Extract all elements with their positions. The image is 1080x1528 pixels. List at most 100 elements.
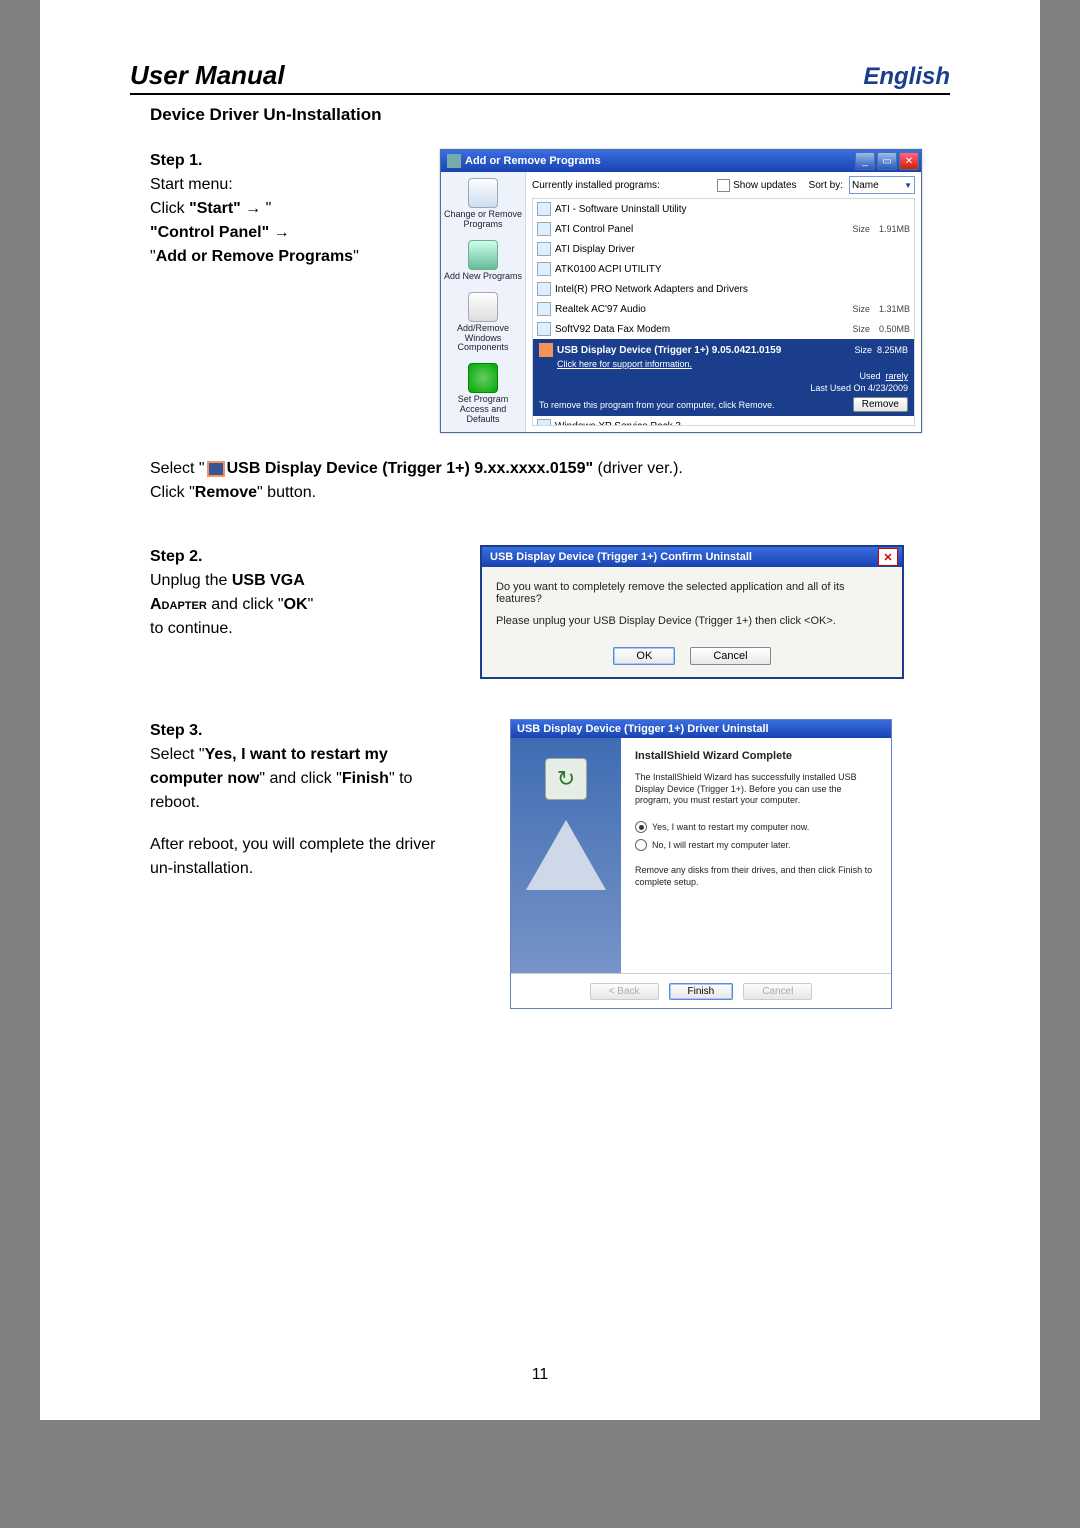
selected-top: USB Display Device (Trigger 1+) 9.05.042… [539, 343, 908, 357]
program-icon [537, 322, 551, 336]
text: (driver ver.). [593, 460, 683, 477]
window-titlebar: Add or Remove Programs _ ▭ ✕ [441, 150, 921, 172]
program-name: ATI Display Driver [555, 244, 834, 255]
bold-text: Add or Remove Programs [156, 248, 353, 265]
usb-display-icon [207, 461, 225, 477]
show-updates-checkbox[interactable]: Show updates [717, 179, 796, 192]
close-button[interactable]: ✕ [878, 548, 898, 566]
sidebar-label: Add New Programs [443, 272, 523, 282]
selected-info: Used rarely [539, 369, 908, 381]
sidebar-windows-components[interactable]: Add/Remove Windows Components [443, 292, 523, 354]
list-item[interactable]: Intel(R) PRO Network Adapters and Driver… [533, 279, 914, 299]
dialog-message-2: Please unplug your USB Display Device (T… [496, 615, 888, 627]
step3-text: Step 3. Select "Yes, I want to restart m… [150, 719, 510, 881]
program-list: ATI - Software Uninstall Utility ATI Con… [532, 198, 915, 426]
cancel-button: Cancel [743, 983, 812, 1000]
program-name: ATK0100 ACPI UTILITY [555, 264, 834, 275]
bold-text: computer now [150, 770, 259, 787]
step2-line1: Unplug the USB VGA [150, 569, 460, 593]
list-item[interactable]: ATI - Software Uninstall Utility [533, 199, 914, 219]
text: → [269, 224, 289, 241]
ok-button[interactable]: OK [613, 647, 675, 665]
list-item[interactable]: Windows XP Service Pack 3 [533, 416, 914, 426]
dialog-body: Do you want to completely remove the sel… [482, 567, 902, 647]
combo-value: Name [852, 180, 879, 191]
arp-sidebar: Change or Remove Programs Add New Progra… [441, 172, 526, 432]
sidebar-label: Set Program Access and Defaults [443, 395, 523, 425]
page-number: 11 [40, 1366, 1040, 1384]
text: Click " [150, 484, 195, 501]
sort-by-combo[interactable]: Name ▼ [849, 176, 915, 194]
step3-row: Step 3. Select "Yes, I want to restart m… [150, 719, 950, 1009]
text: " to [389, 770, 412, 787]
wizard-dialog: USB Display Device (Trigger 1+) Driver U… [510, 719, 892, 1009]
minimize-button[interactable]: _ [855, 152, 875, 170]
list-item[interactable]: ATI Control PanelSize1.91MB [533, 219, 914, 239]
sidebar-change-remove[interactable]: Change or Remove Programs [443, 178, 523, 230]
step3-p2a: After reboot, you will complete the driv… [150, 833, 510, 857]
wizard-content: InstallShield Wizard Complete The Instal… [621, 738, 891, 973]
step2-label: Step 2. [150, 545, 460, 569]
list-item[interactable]: SoftV92 Data Fax ModemSize0.50MB [533, 319, 914, 339]
window-buttons: _ ▭ ✕ [855, 152, 919, 170]
radio-label: No, I will restart my computer later. [652, 840, 791, 850]
arp-body: Change or Remove Programs Add New Progra… [441, 172, 921, 432]
step3-line2: computer now" and click "Finish" to [150, 767, 510, 791]
program-access-icon [468, 363, 498, 393]
sidebar-label: Change or Remove Programs [443, 210, 523, 230]
selected-lastused: Last Used On 4/23/2009 [539, 381, 908, 393]
list-item[interactable]: Realtek AC'97 AudioSize1.31MB [533, 299, 914, 319]
restart-now-radio[interactable]: Yes, I want to restart my computer now. [635, 821, 877, 833]
selected-name: USB Display Device (Trigger 1+) 9.05.042… [557, 345, 854, 356]
last-used: Last Used On 4/23/2009 [810, 383, 908, 393]
list-item[interactable]: ATK0100 ACPI UTILITY [533, 259, 914, 279]
select-instruction: Select "USB Display Device (Trigger 1+) … [150, 457, 950, 505]
finish-button[interactable]: Finish [669, 983, 734, 1000]
step3-line3: reboot. [150, 791, 510, 815]
step1-line3: "Control Panel" → [150, 221, 440, 245]
sort-by-label: Sort by: [809, 180, 843, 191]
program-icon [537, 222, 551, 236]
smallcaps-text: Adapter [150, 596, 207, 613]
step1-line1: Start menu: [150, 173, 440, 197]
maximize-button[interactable]: ▭ [877, 152, 897, 170]
selected-remove-row: To remove this program from your compute… [539, 397, 908, 412]
wizard-heading: InstallShield Wizard Complete [635, 750, 877, 762]
step1-label: Step 1. [150, 149, 440, 173]
program-name: Intel(R) PRO Network Adapters and Driver… [555, 284, 834, 295]
dialog-titlebar: USB Display Device (Trigger 1+) Confirm … [482, 547, 902, 567]
cancel-button[interactable]: Cancel [690, 647, 770, 665]
selected-size: Size 8.25MB [854, 345, 908, 355]
selected-program-icon [539, 343, 553, 357]
list-item[interactable]: ATI Display Driver [533, 239, 914, 259]
bold-text: Yes, I want to restart my [205, 746, 388, 763]
manual-language: English [863, 63, 950, 91]
add-new-icon [468, 240, 498, 270]
remove-text: To remove this program from your compute… [539, 400, 775, 410]
document-page: User Manual English Device Driver Un-Ins… [40, 0, 1040, 1420]
step1-line4: "Add or Remove Programs" [150, 245, 440, 269]
program-icon [537, 262, 551, 276]
program-icon [537, 419, 551, 426]
arp-topline: Currently installed programs: Show updat… [532, 176, 915, 194]
text: Unplug the [150, 572, 232, 589]
page-header: User Manual English [130, 60, 950, 95]
change-remove-icon [468, 178, 498, 208]
text: Select " [150, 746, 205, 763]
remove-button[interactable]: Remove [853, 397, 908, 412]
text: Select " [150, 460, 205, 477]
used-value: rarely [885, 371, 908, 381]
bold-text: "Control Panel" [150, 224, 269, 241]
wizard-footer: < Back Finish Cancel [511, 973, 891, 1008]
close-button[interactable]: ✕ [899, 152, 919, 170]
sidebar-program-access[interactable]: Set Program Access and Defaults [443, 363, 523, 425]
selected-program[interactable]: USB Display Device (Trigger 1+) 9.05.042… [533, 339, 914, 416]
wizard-body: ↻ InstallShield Wizard Complete The Inst… [511, 738, 891, 973]
sidebar-add-new[interactable]: Add New Programs [443, 240, 523, 282]
restart-later-radio[interactable]: No, I will restart my computer later. [635, 839, 877, 851]
step1-text: Step 1. Start menu: Click "Start" → " "C… [150, 149, 440, 269]
windows-components-icon [468, 292, 498, 322]
program-name: Realtek AC'97 Audio [555, 304, 834, 315]
currently-installed-label: Currently installed programs: [532, 180, 711, 191]
support-link[interactable]: Click here for support information. [539, 357, 908, 369]
